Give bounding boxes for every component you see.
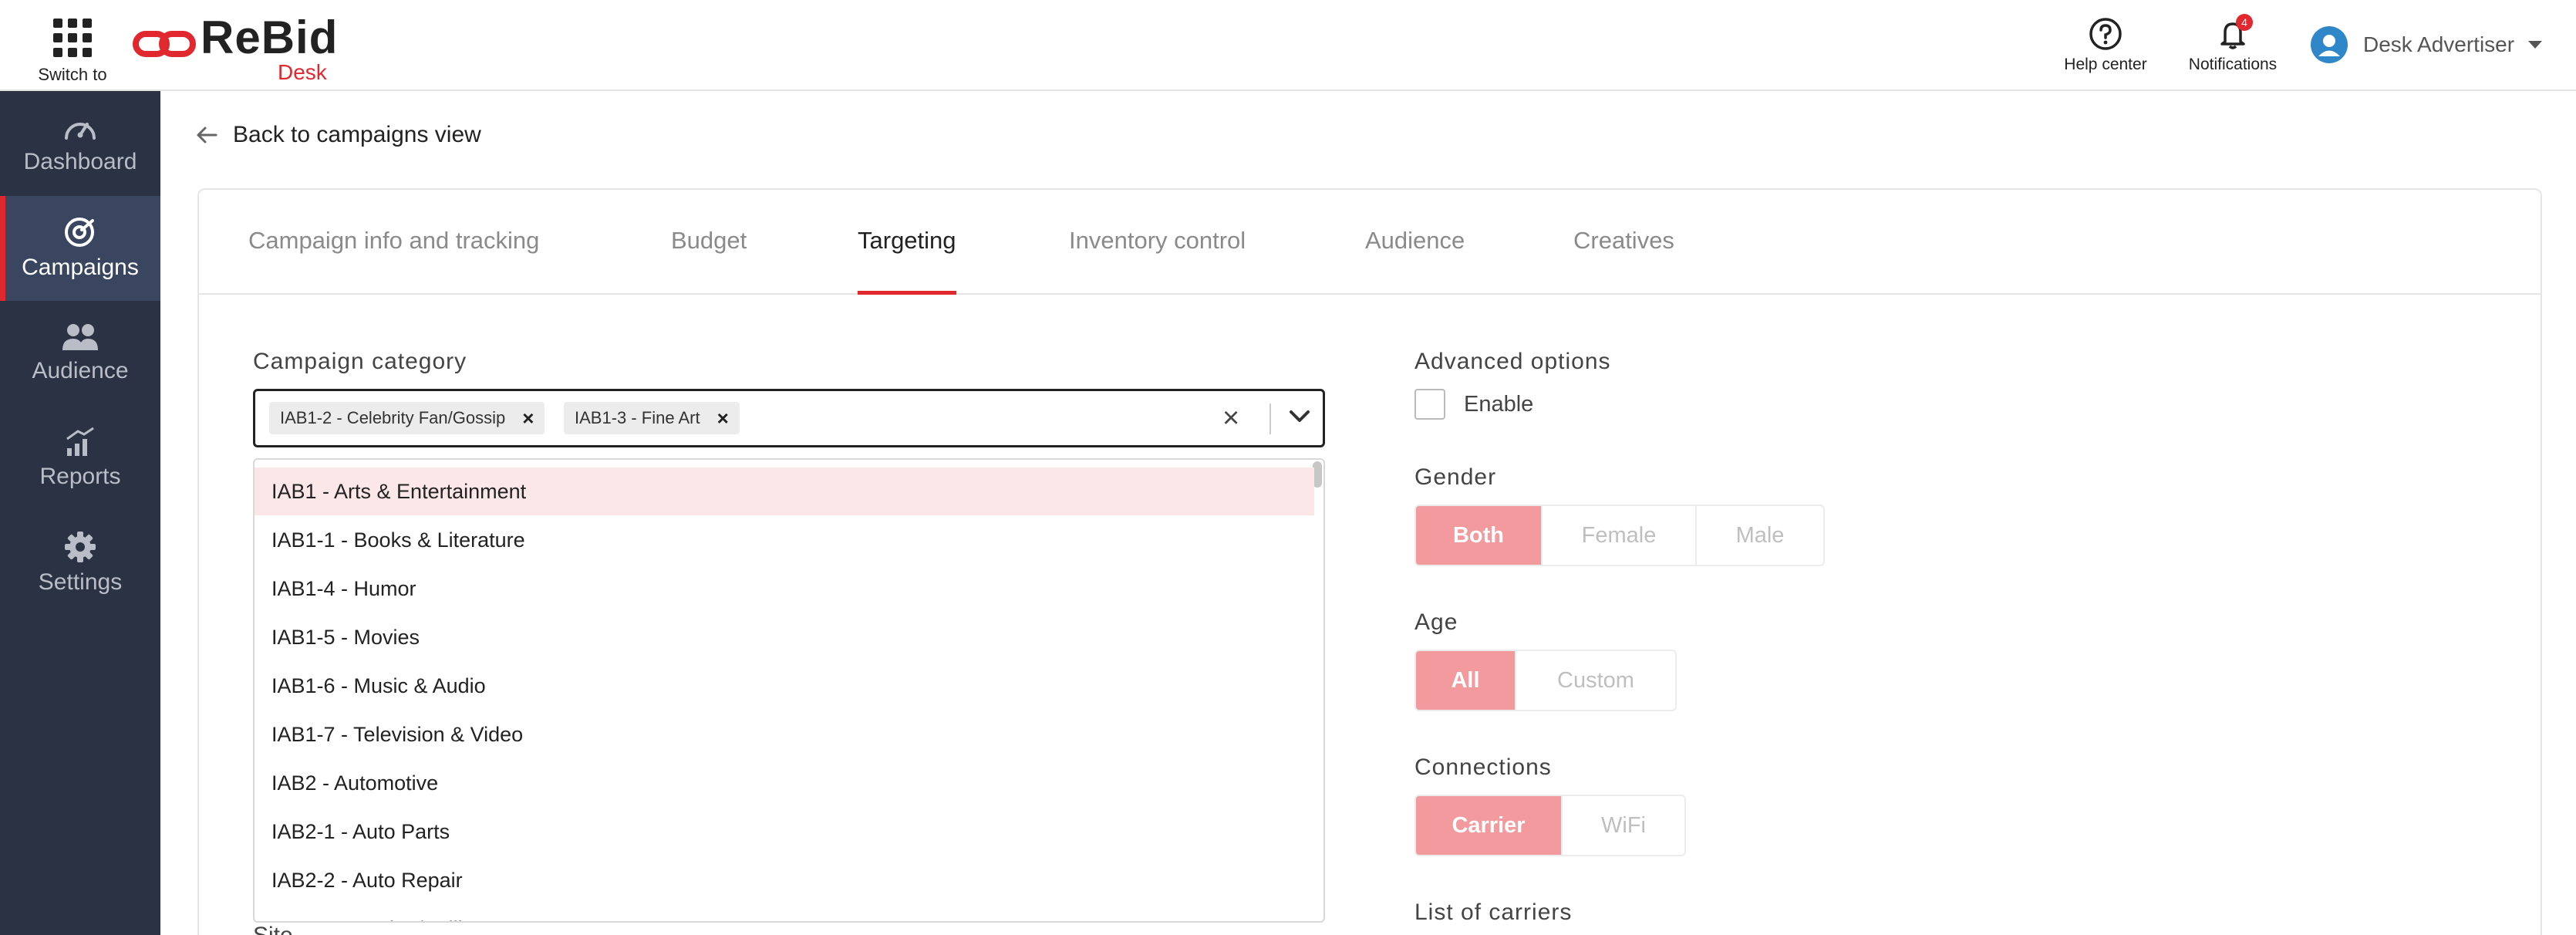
age-option-all[interactable]: All xyxy=(1416,651,1516,710)
grid-icon xyxy=(53,19,92,57)
switch-label: Switch to xyxy=(38,65,107,84)
gender-option-male[interactable]: Male xyxy=(1697,506,1823,565)
dropdown-option[interactable]: IAB2 - Automotive xyxy=(255,759,1314,807)
connections-label: Connections xyxy=(1414,754,1552,780)
gender-option-both[interactable]: Both xyxy=(1416,506,1543,565)
remove-chip-icon[interactable]: × xyxy=(522,407,534,430)
logo-subtitle: Desk xyxy=(278,60,327,84)
help-center-button[interactable]: Help center xyxy=(2052,17,2160,74)
back-label: Back to campaigns view xyxy=(233,122,481,147)
selected-chip: IAB1-3 - Fine Art × xyxy=(564,402,740,434)
sidebar-item-reports[interactable]: Reports xyxy=(0,406,160,511)
tab-creatives[interactable]: Creatives xyxy=(1573,227,1674,295)
back-to-campaigns-link[interactable]: Back to campaigns view xyxy=(196,122,481,148)
age-toggle: All Custom xyxy=(1414,650,1677,711)
selected-chip: IAB1-2 - Celebrity Fan/Gossip × xyxy=(269,402,545,434)
dropdown-option[interactable]: IAB2-3 - Buying/Selling Cars xyxy=(255,905,1314,921)
enable-label: Enable xyxy=(1464,392,1534,417)
chart-icon xyxy=(66,427,94,456)
target-icon xyxy=(65,218,94,247)
notifications-button[interactable]: 4 Notifications xyxy=(2175,14,2291,74)
chip-label: IAB1-2 - Celebrity Fan/Gossip xyxy=(280,408,506,427)
sidebar-item-label: Reports xyxy=(39,464,121,489)
gender-toggle: Both Female Male xyxy=(1414,505,1825,566)
gender-label: Gender xyxy=(1414,464,1497,490)
tab-campaign-info[interactable]: Campaign info and tracking xyxy=(248,227,539,295)
tab-targeting[interactable]: Targeting xyxy=(858,227,956,295)
help-label: Help center xyxy=(2064,56,2147,73)
gender-option-female[interactable]: Female xyxy=(1543,506,1697,565)
remove-chip-icon[interactable]: × xyxy=(717,407,729,430)
avatar-icon xyxy=(2311,26,2348,63)
sidebar-item-campaigns[interactable]: Campaigns xyxy=(0,196,160,301)
tab-bar: Campaign info and tracking Budget Target… xyxy=(199,190,2541,295)
caret-down-icon xyxy=(2528,41,2543,49)
dropdown-option[interactable]: IAB2-2 - Auto Repair xyxy=(255,856,1314,904)
age-option-custom[interactable]: Custom xyxy=(1516,651,1675,710)
chevron-down-icon[interactable] xyxy=(1289,410,1310,424)
arrow-left-icon xyxy=(197,127,217,143)
logo-name: ReBid xyxy=(201,12,339,63)
sidebar-item-dashboard[interactable]: Dashboard xyxy=(0,91,160,196)
category-dropdown-menu: IAB1 - Arts & Entertainment IAB1-1 - Boo… xyxy=(253,458,1325,923)
connections-toggle: Carrier WiFi xyxy=(1414,795,1686,856)
chain-link-icon xyxy=(133,31,196,57)
notification-badge: 4 xyxy=(2236,14,2253,31)
sidebar-item-label: Campaigns xyxy=(22,255,139,280)
connection-option-carrier[interactable]: Carrier xyxy=(1416,796,1563,855)
list-of-carriers-label: List of carriers xyxy=(1414,900,1573,925)
dropdown-option[interactable]: IAB1-1 - Books & Literature xyxy=(255,516,1314,564)
enable-checkbox[interactable] xyxy=(1414,389,1445,420)
divider xyxy=(1269,403,1271,434)
dropdown-option[interactable]: IAB1-5 - Movies xyxy=(255,613,1314,661)
gear-icon xyxy=(65,532,96,562)
tab-budget[interactable]: Budget xyxy=(671,227,747,295)
campaign-category-select[interactable]: IAB1-2 - Celebrity Fan/Gossip × IAB1-3 -… xyxy=(253,389,1325,447)
user-name: Desk Advertiser xyxy=(2363,32,2515,56)
sidebar-item-audience[interactable]: Audience xyxy=(0,301,160,406)
dropdown-option[interactable]: IAB1 - Arts & Entertainment xyxy=(255,468,1314,515)
clear-selection-icon[interactable]: × xyxy=(1222,402,1239,435)
notifications-label: Notifications xyxy=(2188,56,2278,73)
top-bar: Switch to ReBid Desk Help center 4 Notif… xyxy=(0,0,2576,91)
sidebar-item-settings[interactable]: Settings xyxy=(0,511,160,616)
tab-inventory-control[interactable]: Inventory control xyxy=(1069,227,1246,295)
app-switcher[interactable]: Switch to xyxy=(31,14,114,85)
user-menu[interactable]: Desk Advertiser xyxy=(2311,26,2543,63)
sidebar-item-label: Dashboard xyxy=(23,149,137,174)
advanced-options-label: Advanced options xyxy=(1414,349,1611,374)
campaign-category-label: Campaign category xyxy=(253,349,467,374)
sidebar: Dashboard Campaigns Audience Reports Set… xyxy=(0,91,160,935)
dropdown-option[interactable]: IAB1-4 - Humor xyxy=(255,565,1314,613)
sidebar-item-label: Settings xyxy=(38,569,123,595)
dropdown-option[interactable]: IAB1-7 - Television & Video xyxy=(255,711,1314,758)
gauge-icon xyxy=(65,123,96,140)
chip-label: IAB1-3 - Fine Art xyxy=(575,408,700,427)
users-icon xyxy=(62,324,98,350)
tab-audience[interactable]: Audience xyxy=(1365,227,1465,295)
help-icon xyxy=(2089,18,2122,50)
age-label: Age xyxy=(1414,609,1458,635)
dropdown-option[interactable]: IAB1-6 - Music & Audio xyxy=(255,662,1314,710)
sidebar-item-label: Audience xyxy=(32,358,129,383)
dropdown-option[interactable]: IAB2-1 - Auto Parts xyxy=(255,808,1314,856)
connection-option-wifi[interactable]: WiFi xyxy=(1563,796,1684,855)
logo[interactable]: ReBid Desk xyxy=(131,11,347,84)
site-label: Site xyxy=(253,923,293,935)
